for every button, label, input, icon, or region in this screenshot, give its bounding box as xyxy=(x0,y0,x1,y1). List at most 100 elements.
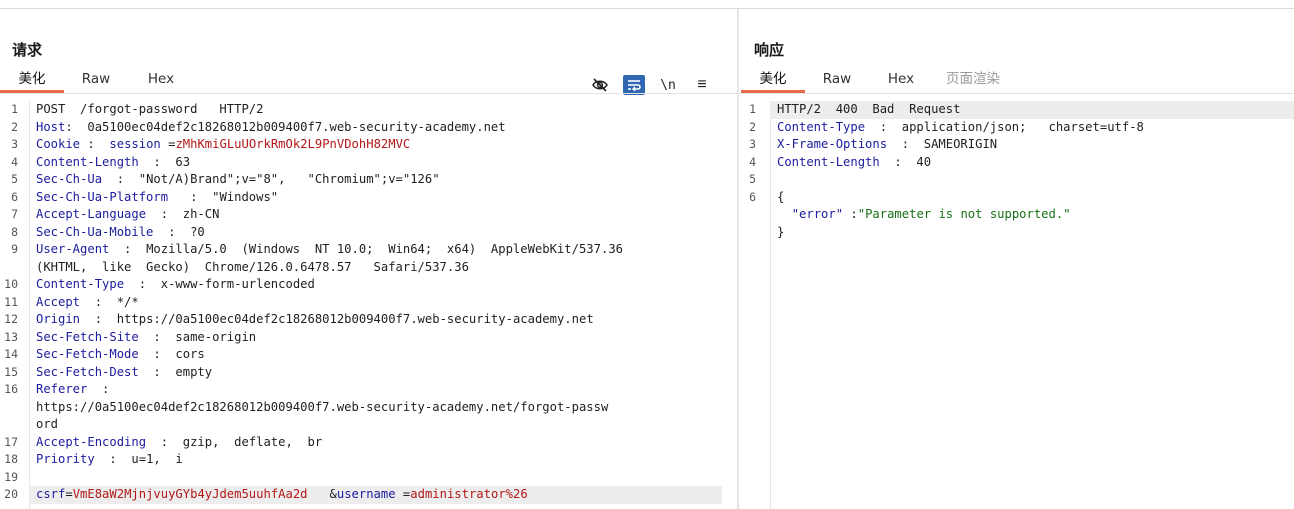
code-line-current: 1 HTTP/2 400 Bad Request xyxy=(739,101,1294,119)
header-value: x-www-form-urlencoded xyxy=(160,277,315,291)
request-tab-hex[interactable]: Hex xyxy=(128,67,194,93)
header-value: same-origin xyxy=(175,329,257,344)
line-number: 6 xyxy=(11,189,18,204)
header-key: Sec-Ch-Ua-Platform xyxy=(36,189,169,204)
request-tab-raw[interactable]: Raw xyxy=(64,67,128,93)
header-key: Cookie xyxy=(36,137,81,151)
response-tab-raw[interactable]: Raw xyxy=(805,67,869,93)
header-value: 40 xyxy=(916,154,932,169)
json-close: } xyxy=(777,224,785,239)
header-key: Sec-Fetch-Dest xyxy=(36,364,139,379)
header-value: "Windows" xyxy=(212,189,279,204)
response-tab-pretty[interactable]: 美化 xyxy=(741,67,805,93)
header-key: Sec-Ch-Ua xyxy=(36,172,103,186)
code-line-wrap: ord xyxy=(0,416,737,434)
header-key: Referer xyxy=(36,382,88,396)
header-key: Content-Length xyxy=(777,154,880,169)
line-number: 11 xyxy=(4,294,18,309)
line-number: 2 xyxy=(11,119,18,134)
request-tab-pretty[interactable]: 美化 xyxy=(0,67,64,93)
code-line: 1 POST /forgot-password HTTP/2 xyxy=(0,101,737,119)
request-editor[interactable]: 1 POST /forgot-password HTTP/2 2 Host: 0a5… xyxy=(0,101,737,509)
response-tab-render[interactable]: 页面渲染 xyxy=(933,67,1013,93)
header-key: X-Frame-Options xyxy=(777,137,888,151)
json-value: "Parameter is not supported." xyxy=(857,207,1071,221)
menu-label: ≡ xyxy=(697,76,707,93)
code-line: 3 Cookie : session =zMhKmiGLuUOrkRmOk2L9P… xyxy=(0,136,737,154)
request-pane: 请求 美化 Raw Hex \n ≡ 1 POST /forgot-passwo… xyxy=(0,9,737,509)
line-number: 3 xyxy=(11,137,18,151)
cookie-name: session xyxy=(109,137,161,151)
response-tab-rule xyxy=(739,93,1294,94)
line-number: 4 xyxy=(749,154,756,169)
code-line: 15 Sec-Fetch-Dest : empty xyxy=(0,364,737,382)
header-key: Accept-Encoding xyxy=(36,434,147,449)
code-line: 17 Accept-Encoding : gzip, deflate, br xyxy=(0,434,737,452)
line-number: 1 xyxy=(11,102,18,116)
json-key: "error" xyxy=(791,207,844,221)
code-line-current: 20 csrf=VmE8aW2MjnjvuyGYb4yJdem5uuhfAa2d … xyxy=(0,486,737,504)
header-value: empty xyxy=(175,364,213,379)
code-line: 5 Sec-Ch-Ua : "Not/A)Brand";v="8", "Chrom… xyxy=(0,171,737,189)
status-line: HTTP/2 400 Bad Request xyxy=(777,102,961,116)
code-line: 9 User-Agent : Mozilla/5.0 (Windows NT 10… xyxy=(0,241,737,259)
param-key: username xyxy=(336,487,396,501)
cookie-value: zMhKmiGLuUOrkRmOk2L9PnVDohH82MVC xyxy=(175,137,411,151)
code-line-wrap: "error" :"Parameter is not supported." xyxy=(791,207,1071,221)
line-number: 19 xyxy=(4,469,18,484)
code-line: 10 Content-Type : x-www-form-urlencoded xyxy=(0,276,737,294)
code-line: 13 Sec-Fetch-Site : same-origin xyxy=(0,329,737,347)
header-value: "Not/A)Brand";v="8", "Chromium";v="126" xyxy=(138,172,440,186)
line-number: 10 xyxy=(4,277,18,291)
request-title: 请求 xyxy=(12,41,43,59)
header-value: application/json; charset=utf-8 xyxy=(901,119,1144,134)
header-value: gzip, deflate, br xyxy=(182,434,323,449)
header-key: Content-Type xyxy=(36,277,125,291)
line-number: 14 xyxy=(4,347,18,361)
header-value-wrap: ord xyxy=(36,417,59,431)
code-line: 6 Sec-Ch-Ua-Platform : "Windows" xyxy=(0,189,737,207)
line-number: 6 xyxy=(749,189,756,204)
header-value-wrap: (KHTML, like Gecko) Chrome/126.0.6478.57… xyxy=(36,259,469,274)
header-key: Origin xyxy=(36,312,81,326)
code-line: 18 Priority : u=1, i xyxy=(0,451,737,469)
header-value-wrap: https://0a5100ec04def2c18268012b009400f7… xyxy=(36,399,609,414)
header-key: Sec-Fetch-Mode xyxy=(36,347,139,361)
line-number: 16 xyxy=(4,382,18,396)
line-number: 1 xyxy=(749,102,756,116)
line-number: 5 xyxy=(11,172,18,186)
code-line: 11 Accept : */* xyxy=(0,294,737,312)
response-tab-hex[interactable]: Hex xyxy=(869,67,933,93)
request-tabs: 美化 Raw Hex xyxy=(0,67,194,93)
line-number: 13 xyxy=(4,329,18,344)
code-line: 7 Accept-Language : zh-CN xyxy=(0,206,737,224)
line-number: 8 xyxy=(11,224,18,239)
header-key: Content-Type xyxy=(777,119,866,134)
code-line: 5 xyxy=(739,171,1294,189)
header-value: 0a5100ec04def2c18268012b009400f7.web-sec… xyxy=(87,119,506,134)
line-number: 2 xyxy=(749,119,756,134)
code-line: 8 Sec-Ch-Ua-Mobile : ?0 xyxy=(0,224,737,242)
response-tabs: 美化 Raw Hex 页面渲染 xyxy=(741,67,1013,93)
code-line: 6{ xyxy=(739,189,1294,207)
param-value: administrator%26 xyxy=(410,487,528,501)
header-value: ?0 xyxy=(190,224,205,239)
line-number: 17 xyxy=(4,434,18,449)
code-line-wrap: (KHTML, like Gecko) Chrome/126.0.6478.57… xyxy=(0,259,737,277)
line-number: 12 xyxy=(4,312,18,326)
line-number: 9 xyxy=(11,242,18,256)
code-line: 3 X-Frame-Options : SAMEORIGIN xyxy=(739,136,1294,154)
code-line-wrap: } xyxy=(739,224,1294,242)
line-number: 15 xyxy=(4,364,18,379)
header-key: Sec-Ch-Ua-Mobile xyxy=(36,224,154,239)
code-line: 16 Referer : xyxy=(0,381,737,399)
code-line: 4 Content-Length : 40 xyxy=(739,154,1294,172)
code-line: 2 Content-Type : application/json; charse… xyxy=(739,119,1294,137)
header-value: u=1, i xyxy=(131,452,183,466)
code-line: 12 Origin : https://0a5100ec04def2c182680… xyxy=(0,311,737,329)
response-pane: 响应 美化 Raw Hex 页面渲染 1 HTTP/2 400 Bad Reque… xyxy=(739,9,1294,509)
response-editor[interactable]: 1 HTTP/2 400 Bad Request 2 Content-Type : … xyxy=(739,101,1294,509)
param-key: csrf xyxy=(36,487,66,501)
json-open: { xyxy=(777,189,785,204)
newline-label: \n xyxy=(660,77,676,93)
